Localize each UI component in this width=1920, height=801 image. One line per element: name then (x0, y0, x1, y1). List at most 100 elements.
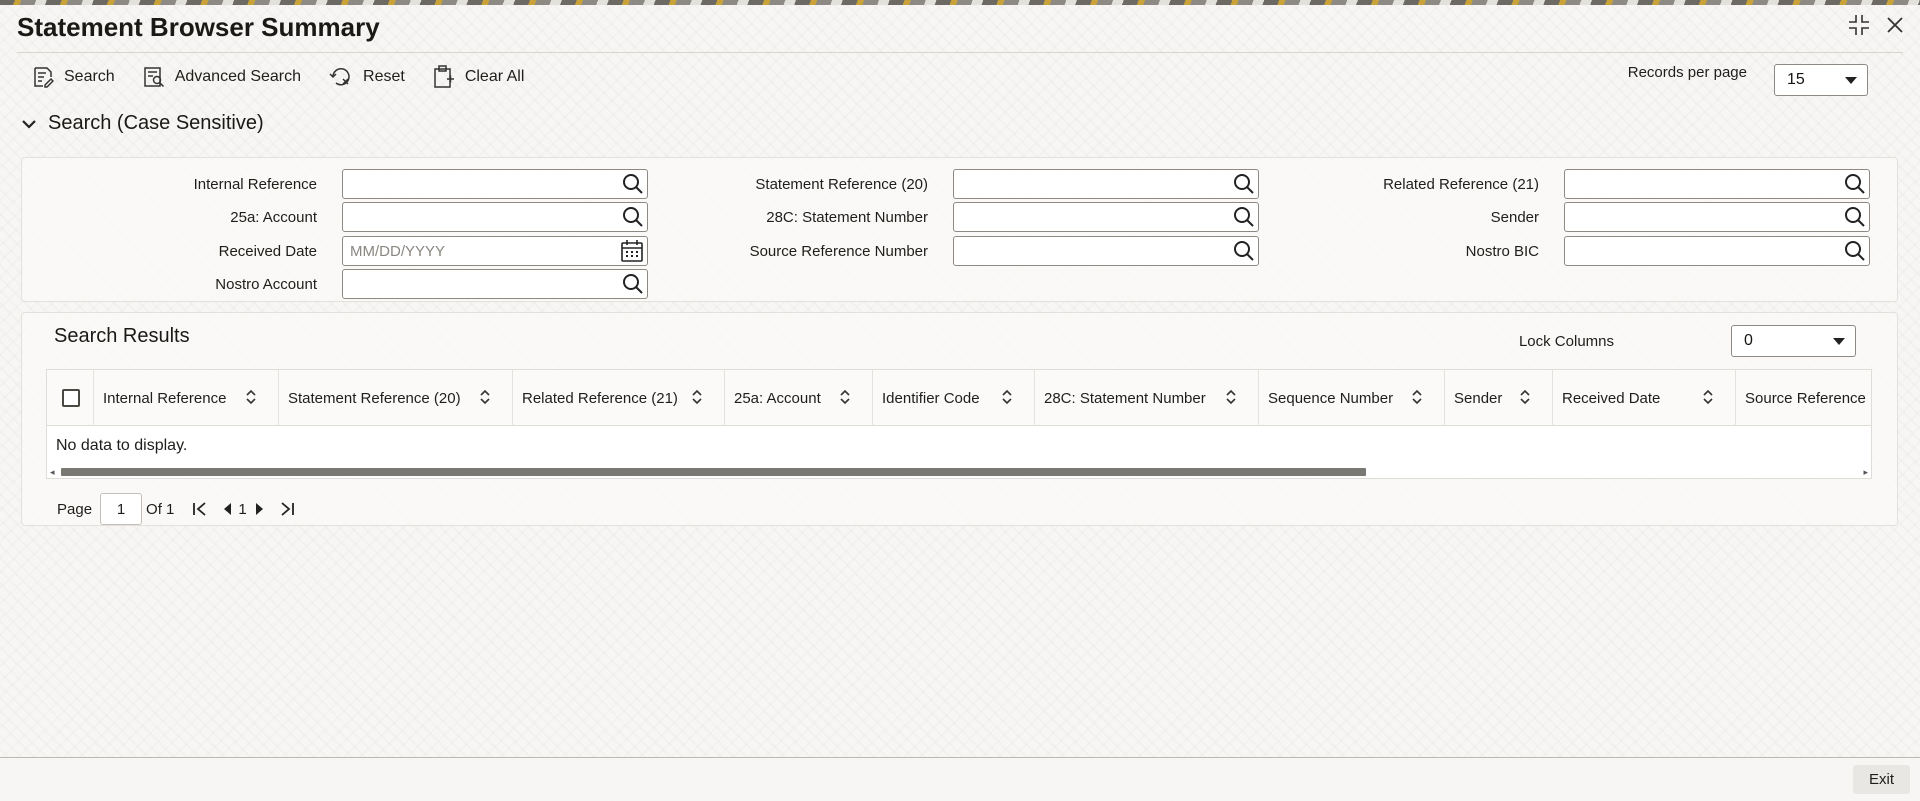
calendar-icon[interactable] (620, 239, 644, 263)
search-section-toggle[interactable]: Search (Case Sensitive) (22, 112, 264, 135)
column-header-label: Sender (1454, 389, 1503, 407)
footer-bar (0, 758, 1920, 801)
scroll-right-icon[interactable]: ▸ (1863, 467, 1868, 478)
collapse-window-icon[interactable] (1848, 12, 1870, 38)
sender-label: Sender (1490, 209, 1539, 226)
sort-icon (840, 389, 850, 405)
chevron-down-icon (1845, 76, 1857, 84)
sort-icon (1412, 389, 1422, 405)
nostro-bic-field[interactable] (1564, 236, 1870, 266)
clear-all-button[interactable]: Clear All (433, 65, 525, 89)
select-all-checkbox[interactable] (62, 389, 80, 407)
search-icon[interactable] (622, 273, 644, 295)
search-icon[interactable] (1844, 240, 1866, 262)
column-header-label: Source Reference N (1745, 389, 1872, 407)
records-per-page-select[interactable]: 15 (1774, 64, 1868, 96)
statement-reference-20-label: Statement Reference (20) (755, 176, 928, 193)
sort-icon (692, 389, 702, 405)
page-title: Statement Browser Summary (17, 12, 380, 42)
current-page-number: 1 (238, 500, 247, 518)
source-reference-number-field[interactable] (953, 236, 1259, 266)
search-doc-icon (34, 67, 54, 88)
toolbar: Search Advanced Search Reset Clear All (32, 62, 552, 92)
search-button-label: Search (64, 68, 115, 85)
search-section-title: Search (Case Sensitive) (48, 112, 264, 134)
nostro-account-field[interactable] (342, 269, 648, 299)
results-table: Internal Reference Statement Reference (… (46, 369, 1872, 479)
advanced-search-icon (143, 67, 164, 88)
column-header-label: Sequence Number (1268, 389, 1394, 407)
column-header[interactable]: Related Reference (21) (513, 370, 725, 426)
search-icon[interactable] (1233, 173, 1255, 195)
received-date-field[interactable]: MM/DD/YYYY (342, 236, 648, 266)
chevron-down-icon (22, 119, 36, 129)
search-icon[interactable] (1844, 173, 1866, 195)
scroll-left-icon[interactable]: ◂ (50, 467, 55, 478)
title-divider (17, 52, 1903, 53)
close-icon[interactable] (1884, 12, 1906, 38)
column-header-label: Identifier Code (882, 389, 980, 407)
internal-reference-label: Internal Reference (193, 176, 317, 193)
reset-button[interactable]: Reset (329, 66, 405, 88)
column-header-label: Related Reference (21) (522, 389, 678, 407)
last-page-icon[interactable] (279, 501, 295, 517)
previous-page-icon[interactable] (222, 502, 232, 516)
column-header[interactable]: Identifier Code (873, 370, 1035, 426)
select-all-column (47, 370, 94, 426)
column-header-label: Received Date (1562, 389, 1661, 407)
sort-icon (246, 389, 256, 405)
window-controls (1848, 12, 1906, 38)
first-page-icon[interactable] (192, 501, 208, 517)
column-header[interactable]: Statement Reference (20) (279, 370, 513, 426)
search-icon[interactable] (1233, 240, 1255, 262)
search-results-title: Search Results (54, 325, 190, 347)
reset-icon (329, 68, 350, 86)
pagination: Page 1 Of 1 1 (57, 493, 295, 525)
exit-button[interactable]: Exit (1853, 765, 1910, 794)
page-of-label: Of 1 (146, 500, 175, 518)
account-25a-label: 25a: Account (230, 209, 317, 226)
next-page-icon[interactable] (255, 502, 265, 516)
column-header[interactable]: 25a: Account (725, 370, 873, 426)
search-button[interactable]: Search (32, 66, 115, 88)
empty-message: No data to display. (56, 437, 188, 454)
sort-icon (480, 389, 490, 405)
nostro-account-label: Nostro Account (215, 276, 317, 293)
statement-reference-20-field[interactable] (953, 169, 1259, 199)
column-header-label: 28C: Statement Number (1044, 389, 1206, 407)
internal-reference-field[interactable] (342, 169, 648, 199)
column-header[interactable]: Sequence Number (1259, 370, 1445, 426)
column-header[interactable]: 28C: Statement Number (1035, 370, 1259, 426)
clipboard-icon (434, 65, 454, 88)
source-reference-number-label: Source Reference Number (749, 243, 928, 260)
lock-columns-select[interactable]: 0 (1731, 325, 1856, 357)
sort-icon (1226, 389, 1236, 405)
column-header[interactable]: Internal Reference (94, 370, 279, 426)
sort-icon (1002, 389, 1012, 405)
search-icon[interactable] (1844, 206, 1866, 228)
clear-all-label: Clear All (464, 68, 525, 85)
page-number-input[interactable]: 1 (100, 493, 143, 525)
received-date-placeholder: MM/DD/YYYY (350, 242, 446, 260)
column-header-label: Statement Reference (20) (288, 389, 461, 407)
search-icon[interactable] (622, 206, 644, 228)
sender-field[interactable] (1564, 202, 1870, 232)
advanced-search-button[interactable]: Advanced Search (143, 66, 301, 88)
search-icon[interactable] (622, 173, 644, 195)
table-header-row: Internal Reference Statement Reference (… (47, 370, 1871, 426)
chevron-down-icon (1833, 337, 1845, 345)
advanced-search-label: Advanced Search (174, 68, 302, 85)
scrollbar-thumb[interactable] (61, 468, 1366, 476)
reset-label: Reset (363, 68, 405, 85)
search-icon[interactable] (1233, 206, 1255, 228)
related-reference-21-field[interactable] (1564, 169, 1870, 199)
statement-number-28c-field[interactable] (953, 202, 1259, 232)
column-header[interactable]: Sender (1445, 370, 1553, 426)
horizontal-scrollbar[interactable]: ◂ ▸ (47, 466, 1871, 478)
column-header-label: Internal Reference (103, 389, 227, 407)
statement-number-28c-label: 28C: Statement Number (766, 209, 928, 226)
account-25a-field[interactable] (342, 202, 648, 232)
records-per-page-value: 15 (1787, 71, 1805, 88)
column-header[interactable]: Source Reference N (1736, 370, 1872, 426)
column-header[interactable]: Received Date (1553, 370, 1736, 426)
